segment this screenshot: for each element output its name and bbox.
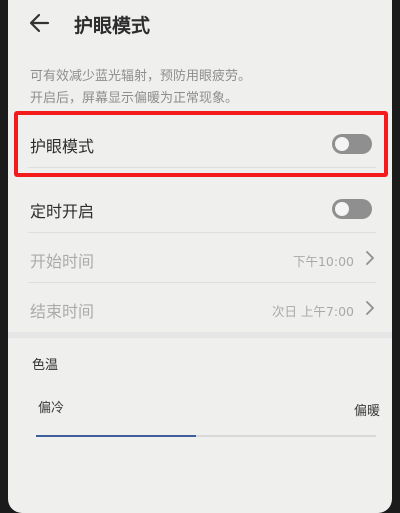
- scheduled-row[interactable]: 定时开启: [28, 183, 376, 233]
- description: 可有效减少蓝光辐射，预防用眼疲劳。 开启后，屏幕显示偏暖为正常现象。: [30, 66, 380, 110]
- eye-comfort-label: 护眼模式: [30, 137, 95, 156]
- description-line-1: 可有效减少蓝光辐射，预防用眼疲劳。: [30, 69, 252, 84]
- color-temp-slider-rest: [196, 435, 376, 437]
- end-time-value: 次日 上午7:00: [271, 304, 354, 319]
- screen: 护眼模式 可有效减少蓝光辐射，预防用眼疲劳。 开启后，屏幕显示偏暖为正常现象。 …: [8, 0, 392, 513]
- description-line-2: 开启后，屏幕显示偏暖为正常现象。: [30, 91, 239, 106]
- color-temp-slider[interactable]: [36, 434, 376, 450]
- scheduled-toggle[interactable]: [332, 199, 372, 219]
- section-divider: [8, 332, 392, 338]
- color-temp-slider-fill: [36, 435, 196, 437]
- page-title: 护眼模式: [74, 15, 151, 37]
- eye-comfort-toggle[interactable]: [332, 134, 372, 154]
- scheduled-label: 定时开启: [30, 202, 95, 221]
- chevron-right-icon: [366, 251, 374, 265]
- end-time-label: 结束时间: [30, 302, 95, 321]
- back-button[interactable]: [26, 8, 60, 38]
- color-temp-title: 色温: [32, 358, 59, 373]
- header: 护眼模式: [8, 0, 392, 52]
- start-time-value: 下午10:00: [292, 254, 354, 269]
- color-temp-cold-label: 偏冷: [38, 401, 65, 416]
- color-temp-warm-label: 偏暖: [353, 404, 380, 419]
- start-time-label: 开始时间: [30, 252, 95, 271]
- eye-comfort-row[interactable]: 护眼模式: [28, 118, 376, 168]
- end-time-row[interactable]: 结束时间 次日 上午7:00: [28, 283, 376, 333]
- chevron-right-icon: [366, 301, 374, 315]
- start-time-row[interactable]: 开始时间 下午10:00: [28, 233, 376, 283]
- back-arrow-icon: [29, 13, 50, 33]
